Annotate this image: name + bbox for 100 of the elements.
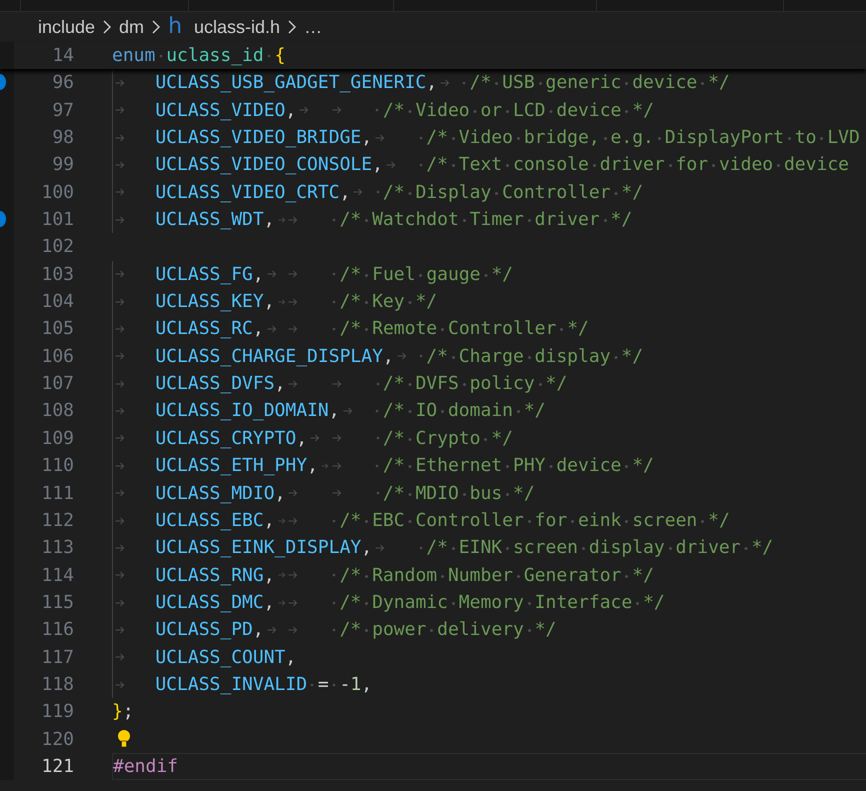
space-dot-icon	[375, 108, 380, 112]
punctuation: ,	[274, 372, 286, 396]
tab-arrow-icon	[115, 544, 125, 552]
enum-constant: UCLASS_RC	[155, 317, 253, 342]
tab-arrow-icon	[288, 216, 298, 224]
code-comment: /* IO domain */	[382, 399, 546, 424]
keyword: enum	[112, 44, 156, 68]
line-number: 114	[40, 564, 74, 588]
line-number: 104	[40, 290, 74, 314]
tab-arrow-icon	[115, 298, 125, 306]
code-comment: /* DVFS policy */	[382, 372, 568, 396]
tab-arrow-icon	[288, 571, 298, 580]
enum-constant: UCLASS_VIDEO_CONSOLE	[155, 153, 372, 178]
line-number: 109	[40, 426, 74, 451]
tab-arrow-icon	[288, 489, 298, 498]
space-dot-icon	[332, 272, 336, 276]
breadcrumb-item[interactable]: include	[38, 16, 96, 38]
code-comment: /* EINK screen display driver */	[426, 536, 774, 560]
code-comment: /* Ethernet PHY device */	[382, 454, 654, 478]
line-number: 99	[51, 153, 74, 178]
preprocessor-directive: #endif	[113, 754, 178, 779]
space-dot-icon	[158, 54, 163, 58]
tab-arrow-icon	[278, 516, 286, 525]
space-dot-icon	[310, 682, 314, 687]
space-dot-icon	[375, 409, 380, 414]
chevron-right-icon	[102, 19, 112, 35]
tab-arrow-icon	[266, 626, 277, 634]
line-number: 102	[40, 235, 74, 260]
space-dot-icon	[267, 54, 272, 58]
tab-arrow-icon	[310, 434, 320, 442]
tab-arrow-icon	[266, 270, 277, 278]
tab-arrow-icon	[115, 434, 125, 442]
punctuation: ,	[264, 508, 275, 533]
code-comment: /* MDIO bus */	[382, 482, 535, 506]
code-comment: /* power delivery */	[340, 618, 556, 642]
punctuation: ,	[252, 262, 264, 287]
code-comment: /* EBC Controller for eink screen */	[340, 508, 730, 533]
tab-arrow-icon	[332, 434, 342, 442]
tab-arrow-icon	[332, 106, 342, 114]
punctuation: ,	[361, 126, 372, 150]
code-comment: /* Video bridge, e.g. DisplayPort to LVD	[426, 126, 860, 150]
space-dot-icon	[332, 218, 336, 222]
line-number: 117	[40, 646, 74, 670]
tab-arrow-icon	[278, 216, 286, 224]
brace: }	[112, 700, 123, 724]
tab-arrow-icon	[115, 106, 125, 114]
tab-arrow-icon	[320, 462, 329, 470]
space-dot-icon	[332, 628, 336, 632]
breadcrumb-item[interactable]: dm	[119, 16, 144, 38]
code-comment: /* Random Number Generator */	[340, 564, 654, 588]
space-dot-icon	[418, 354, 423, 358]
tab-arrow-icon	[278, 298, 286, 306]
tab-arrow-icon	[115, 571, 125, 580]
line-number: 113	[40, 536, 74, 560]
punctuation: ,	[340, 180, 350, 205]
tab-arrow-icon	[115, 188, 125, 196]
enum-constant: UCLASS_FG	[155, 262, 253, 287]
tab-arrow-icon	[115, 598, 125, 607]
punctuation: ,	[361, 672, 372, 697]
line-number: 97	[51, 98, 74, 123]
tab-arrow-icon	[288, 325, 298, 334]
code-comment: /* USB generic device */	[470, 71, 730, 96]
space-dot-icon	[418, 163, 423, 168]
space-dot-icon	[418, 136, 423, 140]
brace: {	[274, 44, 286, 68]
line-number: 110	[40, 454, 74, 478]
space-dot-icon	[332, 682, 336, 687]
tab-arrow-icon	[396, 352, 407, 360]
enum-constant: UCLASS_RNG	[155, 564, 264, 588]
punctuation: ,	[274, 482, 286, 506]
line-number: 115	[40, 590, 74, 615]
tab-arrow-icon	[278, 598, 286, 607]
tab-arrow-icon	[375, 134, 386, 142]
punctuation: ,	[252, 317, 264, 342]
enum-constant: UCLASS_INVALID	[155, 672, 308, 697]
tab-arrow-icon	[353, 188, 364, 196]
tab-arrow-icon	[115, 352, 125, 360]
space-dot-icon	[418, 546, 423, 550]
enum-constant: UCLASS_CRYPTO	[155, 426, 296, 451]
space-dot-icon	[332, 573, 336, 578]
space-dot-icon	[332, 300, 336, 304]
enum-constant: UCLASS_VIDEO_CRTC	[155, 180, 340, 205]
punctuation: ,	[285, 98, 296, 123]
space-dot-icon	[332, 600, 336, 605]
line-number: 111	[40, 482, 74, 506]
breadcrumb-item[interactable]: …	[304, 16, 322, 38]
tab-arrow-icon	[115, 134, 125, 142]
file-type-icon: h	[168, 16, 182, 38]
enum-constant: UCLASS_WDT	[155, 208, 264, 232]
code-comment: /* Charge display */	[426, 344, 644, 369]
space-dot-icon	[332, 327, 336, 332]
tab-arrow-icon	[288, 598, 298, 607]
tab-arrow-icon	[375, 544, 386, 552]
enum-constant: UCLASS_MDIO	[155, 482, 275, 506]
tab-arrow-icon	[288, 298, 298, 306]
number-literal: 1	[350, 672, 362, 697]
tab-arrow-icon	[115, 380, 125, 388]
enum-constant: UCLASS_DVFS	[155, 372, 275, 396]
tab-arrow-icon	[440, 79, 450, 88]
breadcrumb-item[interactable]: uclass-id.h	[194, 16, 280, 38]
